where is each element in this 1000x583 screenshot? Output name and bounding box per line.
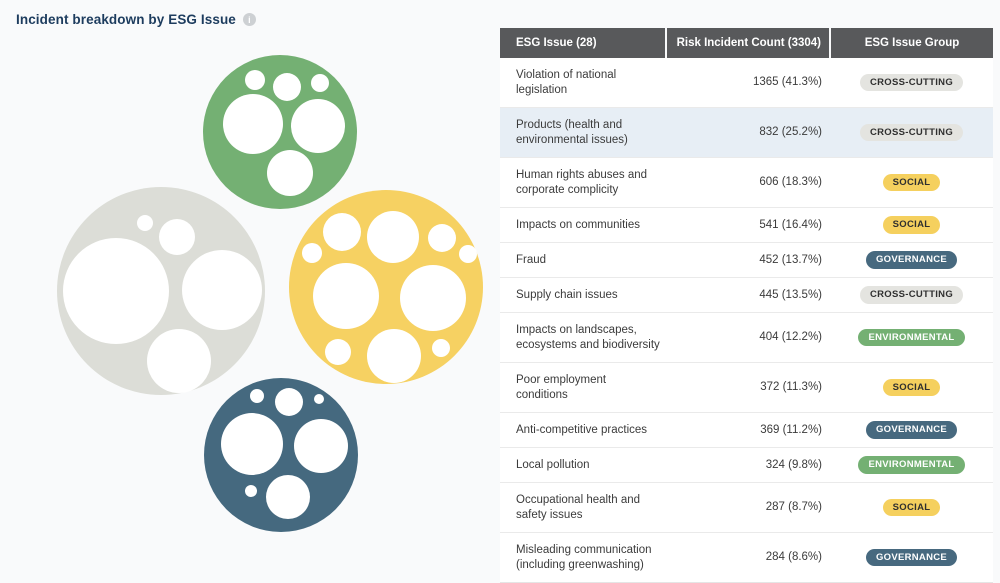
table-row[interactable]: Local pollution324 (9.8%) ENVIRONMENTAL — [500, 448, 993, 483]
esg-group-badge: ENVIRONMENTAL — [858, 456, 964, 474]
esg-issue-cell: Poor employment conditions — [500, 363, 666, 413]
esg-issue-cell: Misleading communication (including gree… — [500, 533, 666, 583]
esg-issue-cell: Impacts on landscapes, ecosystems and bi… — [500, 313, 666, 363]
table-row[interactable]: Impacts on landscapes, ecosystems and bi… — [500, 313, 993, 363]
bubble-issue[interactable] — [273, 73, 301, 101]
risk-incident-count-cell: 452 (13.7%) — [666, 243, 830, 278]
table-row[interactable]: Misleading communication (including gree… — [500, 533, 993, 583]
bubble-issue[interactable] — [325, 339, 351, 365]
esg-issue-group-cell: SOCIAL — [830, 208, 993, 243]
esg-issue-table-wrap: ESG Issue (28) Risk Incident Count (3304… — [500, 28, 993, 583]
bubble-issue[interactable] — [275, 388, 303, 416]
risk-incident-count-cell: 832 (25.2%) — [666, 108, 830, 158]
table-row[interactable]: Impacts on communities541 (16.4%) SOCIAL — [500, 208, 993, 243]
esg-issue-group-cell: SOCIAL — [830, 158, 993, 208]
bubble-issue[interactable] — [294, 419, 348, 473]
esg-issue-table: ESG Issue (28) Risk Incident Count (3304… — [500, 28, 993, 583]
bubble-issue[interactable] — [182, 250, 262, 330]
bubble-issue[interactable] — [311, 74, 329, 92]
esg-issue-cell: Local pollution — [500, 448, 666, 483]
esg-issue-cell: Supply chain issues — [500, 278, 666, 313]
esg-issue-group-cell: GOVERNANCE — [830, 243, 993, 278]
bubble-issue[interactable] — [367, 329, 421, 383]
table-row[interactable]: Supply chain issues445 (13.5%) CROSS-CUTT… — [500, 278, 993, 313]
bubble-issue[interactable] — [147, 329, 211, 393]
esg-issue-group-cell: ENVIRONMENTAL — [830, 313, 993, 363]
risk-incident-count-cell: 404 (12.2%) — [666, 313, 830, 363]
esg-group-badge: SOCIAL — [883, 174, 941, 192]
bubble-issue[interactable] — [428, 224, 456, 252]
table-row[interactable]: Products (health and environmental issue… — [500, 108, 993, 158]
esg-group-badge: SOCIAL — [883, 499, 941, 517]
esg-group-badge: CROSS-CUTTING — [860, 74, 963, 92]
esg-issue-group-cell: SOCIAL — [830, 363, 993, 413]
esg-issue-cell: Impacts on communities — [500, 208, 666, 243]
table-row[interactable]: Human rights abuses and corporate compli… — [500, 158, 993, 208]
esg-issue-group-cell: SOCIAL — [830, 483, 993, 533]
esg-issue-cell: Products (health and environmental issue… — [500, 108, 666, 158]
esg-issue-cell: Violation of national legislation — [500, 58, 666, 108]
col-header-risk-incident-count: Risk Incident Count (3304) — [666, 28, 830, 58]
risk-incident-count-cell: 541 (16.4%) — [666, 208, 830, 243]
risk-incident-count-cell: 284 (8.6%) — [666, 533, 830, 583]
esg-group-badge: SOCIAL — [883, 216, 941, 234]
esg-issue-group-cell: GOVERNANCE — [830, 533, 993, 583]
bubble-issue[interactable] — [314, 394, 324, 404]
risk-incident-count-cell: 287 (8.7%) — [666, 483, 830, 533]
bubble-issue[interactable] — [266, 475, 310, 519]
table-row[interactable]: Fraud452 (13.7%) GOVERNANCE — [500, 243, 993, 278]
table-header: ESG Issue (28) Risk Incident Count (3304… — [500, 28, 993, 58]
bubble-issue[interactable] — [250, 389, 264, 403]
esg-issue-group-cell: CROSS-CUTTING — [830, 58, 993, 108]
esg-group-badge: GOVERNANCE — [866, 421, 957, 439]
bubble-issue[interactable] — [267, 150, 313, 196]
esg-group-badge: ENVIRONMENTAL — [858, 329, 964, 347]
esg-issue-cell: Fraud — [500, 243, 666, 278]
esg-group-badge: CROSS-CUTTING — [860, 286, 963, 304]
risk-incident-count-cell: 445 (13.5%) — [666, 278, 830, 313]
esg-group-badge: SOCIAL — [883, 379, 941, 397]
col-header-esg-issue: ESG Issue (28) — [500, 28, 666, 58]
bubble-issue[interactable] — [323, 213, 361, 251]
bubble-issue[interactable] — [432, 339, 450, 357]
esg-group-badge: GOVERNANCE — [866, 251, 957, 269]
chart-title-bar: Incident breakdown by ESG Issue i — [16, 12, 256, 27]
esg-issue-group-cell: GOVERNANCE — [830, 413, 993, 448]
table-row[interactable]: Anti-competitive practices369 (11.2%) GOV… — [500, 413, 993, 448]
bubble-issue[interactable] — [159, 219, 195, 255]
info-icon[interactable]: i — [243, 13, 256, 26]
esg-issue-group-cell: CROSS-CUTTING — [830, 108, 993, 158]
esg-issue-cell: Occupational health and safety issues — [500, 483, 666, 533]
bubble-issue[interactable] — [367, 211, 419, 263]
page-title: Incident breakdown by ESG Issue — [16, 12, 236, 27]
risk-incident-count-cell: 372 (11.3%) — [666, 363, 830, 413]
risk-incident-count-cell: 369 (11.2%) — [666, 413, 830, 448]
bubble-issue[interactable] — [245, 70, 265, 90]
risk-incident-count-cell: 1365 (41.3%) — [666, 58, 830, 108]
bubble-issue[interactable] — [137, 215, 153, 231]
esg-issue-group-cell: ENVIRONMENTAL — [830, 448, 993, 483]
risk-incident-count-cell: 606 (18.3%) — [666, 158, 830, 208]
bubble-issue[interactable] — [302, 243, 322, 263]
bubble-issue[interactable] — [291, 99, 345, 153]
col-header-esg-issue-group: ESG Issue Group — [830, 28, 993, 58]
bubble-issue[interactable] — [313, 263, 379, 329]
esg-group-badge: CROSS-CUTTING — [860, 124, 963, 142]
bubble-issue[interactable] — [459, 245, 477, 263]
table-row[interactable]: Poor employment conditions372 (11.3%) SOC… — [500, 363, 993, 413]
bubble-issue[interactable] — [63, 238, 169, 344]
esg-group-badge: GOVERNANCE — [866, 549, 957, 567]
table-body: Violation of national legislation1365 (4… — [500, 58, 993, 583]
table-row[interactable]: Violation of national legislation1365 (4… — [500, 58, 993, 108]
esg-issue-cell: Anti-competitive practices — [500, 413, 666, 448]
bubble-issue[interactable] — [223, 94, 283, 154]
risk-incident-count-cell: 324 (9.8%) — [666, 448, 830, 483]
table-row[interactable]: Occupational health and safety issues287… — [500, 483, 993, 533]
bubble-issue[interactable] — [221, 413, 283, 475]
esg-issue-group-cell: CROSS-CUTTING — [830, 278, 993, 313]
esg-issue-cell: Human rights abuses and corporate compli… — [500, 158, 666, 208]
bubble-chart[interactable] — [0, 0, 500, 563]
bubble-issue[interactable] — [245, 485, 257, 497]
bubble-issue[interactable] — [400, 265, 466, 331]
